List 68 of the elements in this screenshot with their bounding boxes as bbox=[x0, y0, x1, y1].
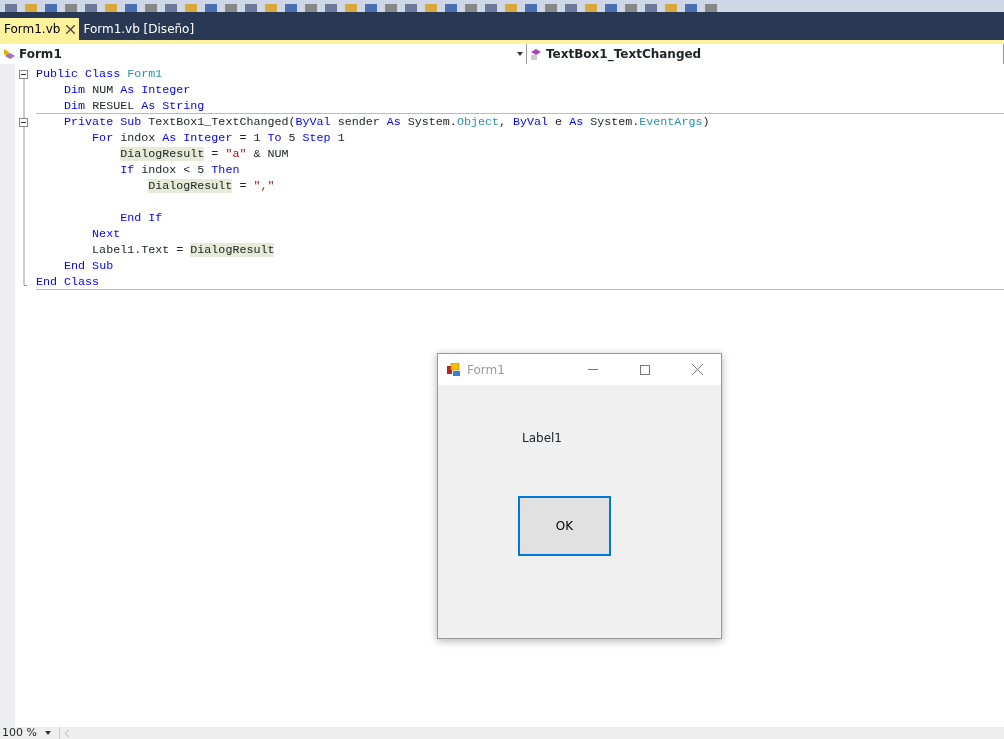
toolbar-icon[interactable] bbox=[24, 2, 38, 12]
close-icon[interactable] bbox=[66, 24, 76, 34]
code-line: Next bbox=[91, 226, 122, 242]
code-line: End If bbox=[119, 210, 164, 226]
toolbar-icon[interactable] bbox=[424, 2, 438, 12]
close-icon[interactable] bbox=[692, 364, 703, 375]
dropdown-caret-icon[interactable] bbox=[517, 52, 523, 56]
code-line: End Class bbox=[36, 274, 1004, 290]
scroll-left-icon[interactable] bbox=[65, 729, 69, 737]
toolbar-icon[interactable] bbox=[244, 2, 258, 12]
file-tab[interactable]: Form1.vb bbox=[0, 18, 80, 40]
code-line: Dim RESUEL As String bbox=[36, 98, 1004, 114]
code-line: DialogResult = "a" & NUM bbox=[119, 146, 290, 162]
code-line: Private Sub TextBox1_TextChanged(ByVal sender As System.Object, ByVal e As System.EventArgs) bbox=[63, 114, 711, 130]
code-line: Public Class Form1 bbox=[36, 66, 164, 82]
toolbar-icon[interactable] bbox=[104, 2, 118, 12]
toolbar-icon[interactable] bbox=[464, 2, 478, 12]
collapse-icon[interactable] bbox=[19, 70, 28, 79]
toolbar-icon[interactable] bbox=[684, 2, 698, 12]
event-icon bbox=[529, 47, 543, 61]
toolbar-icon[interactable] bbox=[484, 2, 498, 12]
toolbar-icon[interactable] bbox=[384, 2, 398, 12]
code-line: End Sub bbox=[63, 258, 115, 274]
collapse-icon[interactable] bbox=[19, 118, 28, 127]
toolbar-icon[interactable] bbox=[224, 2, 238, 12]
toolbar-icon[interactable] bbox=[264, 2, 278, 12]
member-dropdown[interactable]: TextBox1_TextChanged bbox=[527, 44, 1004, 64]
toolbar-icon[interactable] bbox=[524, 2, 538, 12]
toolbar-icon[interactable] bbox=[324, 2, 338, 12]
code-line: For indox As Integer = 1 To 5 Step 1 bbox=[91, 130, 346, 146]
toolbar-icon[interactable] bbox=[544, 2, 558, 12]
toolbar-icon[interactable] bbox=[204, 2, 218, 12]
toolbar-icon[interactable] bbox=[4, 2, 18, 12]
file-tab[interactable]: Form1.vb [Diseño] bbox=[79, 18, 199, 40]
code-line: Label1.Text = DialogResult bbox=[91, 242, 276, 258]
code-line: DialogResult = "," bbox=[147, 178, 276, 194]
dropdown-caret-icon[interactable] bbox=[45, 731, 51, 735]
toolbar-icon[interactable] bbox=[444, 2, 458, 12]
toolbar-icon[interactable] bbox=[64, 2, 78, 12]
toolbar-icon[interactable] bbox=[604, 2, 618, 12]
form-icon bbox=[447, 362, 461, 377]
code-line: If indox < 5 Then bbox=[119, 162, 241, 178]
toolbar-icon[interactable] bbox=[144, 2, 158, 12]
toolbar-icon[interactable] bbox=[44, 2, 58, 12]
toolbar-icon[interactable] bbox=[624, 2, 638, 12]
toolbar-icon[interactable] bbox=[164, 2, 178, 12]
toolbar-icon[interactable] bbox=[84, 2, 98, 12]
toolbar-icon[interactable] bbox=[364, 2, 378, 12]
toolbar-icon[interactable] bbox=[404, 2, 418, 12]
toolbar-icon[interactable] bbox=[284, 2, 298, 12]
toolbar-icon[interactable] bbox=[644, 2, 658, 12]
toolbar-icon[interactable] bbox=[564, 2, 578, 12]
window-title: Form1 bbox=[467, 361, 505, 379]
class-dropdown[interactable]: Form1 bbox=[0, 44, 527, 64]
code-line: Dim NUM As Integer bbox=[63, 82, 192, 98]
maximize-icon[interactable] bbox=[640, 364, 650, 375]
toolbar-icon[interactable] bbox=[124, 2, 138, 12]
toolbar-icon[interactable] bbox=[704, 2, 718, 12]
toolbar-icon[interactable] bbox=[304, 2, 318, 12]
toolbar-icon[interactable] bbox=[184, 2, 198, 12]
toolbar-icon[interactable] bbox=[584, 2, 598, 12]
zoom-level[interactable]: 100 % bbox=[0, 727, 45, 739]
toolbar-icon[interactable] bbox=[344, 2, 358, 12]
toolbar-icon[interactable] bbox=[664, 2, 678, 12]
class-icon bbox=[2, 47, 16, 61]
form-label: Label1 bbox=[522, 430, 562, 447]
ok-button[interactable]: OK bbox=[518, 496, 611, 556]
toolbar-icon[interactable] bbox=[504, 2, 518, 12]
